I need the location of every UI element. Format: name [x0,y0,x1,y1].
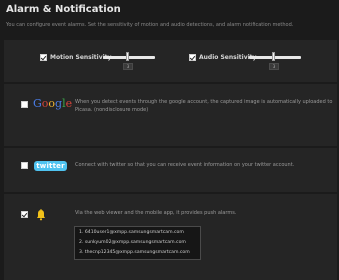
audio-sensitivity-thumb[interactable] [272,52,275,61]
twitter-description: Connect with twitter so that you can rec… [75,162,295,168]
google-logo-letter: o [48,97,56,110]
twitter-checkbox[interactable] [21,162,28,169]
page-header: Alarm & Notification You can configure e… [0,0,339,40]
audio-sensitivity-label: Audio Sensitivity [199,54,257,61]
page-title: Alarm & Notification [6,4,121,15]
motion-sensitivity-thumb[interactable] [126,52,129,61]
email-list-item: 1. 6410user1@xmpp.samsungsmartcam.com [79,230,184,235]
google-logo-letter: o [41,97,49,110]
page-description: You can configure event alarms. Set the … [6,22,294,28]
google-checkbox[interactable] [21,101,28,108]
audio-sensitivity-slider[interactable] [249,56,301,59]
google-description-line2: Picasa. (nondisclosure mode) [75,107,149,113]
audio-sensitivity-checkbox[interactable] [189,54,196,61]
motion-sensitivity-value: 3 [123,63,133,70]
push-description: Via the web viewer and the mobile app, i… [75,210,237,216]
motion-sensitivity-checkbox[interactable] [40,54,47,61]
google-logo-letter: g [55,97,63,110]
email-list-item: 3. thecnp12345@xmpp.samsungsmartcam.com [79,250,190,255]
bell-icon [37,209,45,221]
audio-sensitivity-value: 3 [269,63,279,70]
google-logo-letter: G [33,97,42,110]
google-description-line1: When you detect events through the googl… [75,99,333,105]
google-section [4,84,337,146]
email-list: 1. 6410user1@xmpp.samsungsmartcam.com 2.… [74,226,201,260]
google-logo-letter: e [65,97,73,110]
motion-sensitivity-slider[interactable] [103,56,155,59]
push-checkbox[interactable] [21,211,28,218]
google-logo: Google [33,97,72,110]
email-list-item: 2. sunkyum02@xmpp.samsungsmartcam.com [79,240,186,245]
twitter-logo: twitter [34,161,67,171]
sensitivity-section [4,40,337,82]
